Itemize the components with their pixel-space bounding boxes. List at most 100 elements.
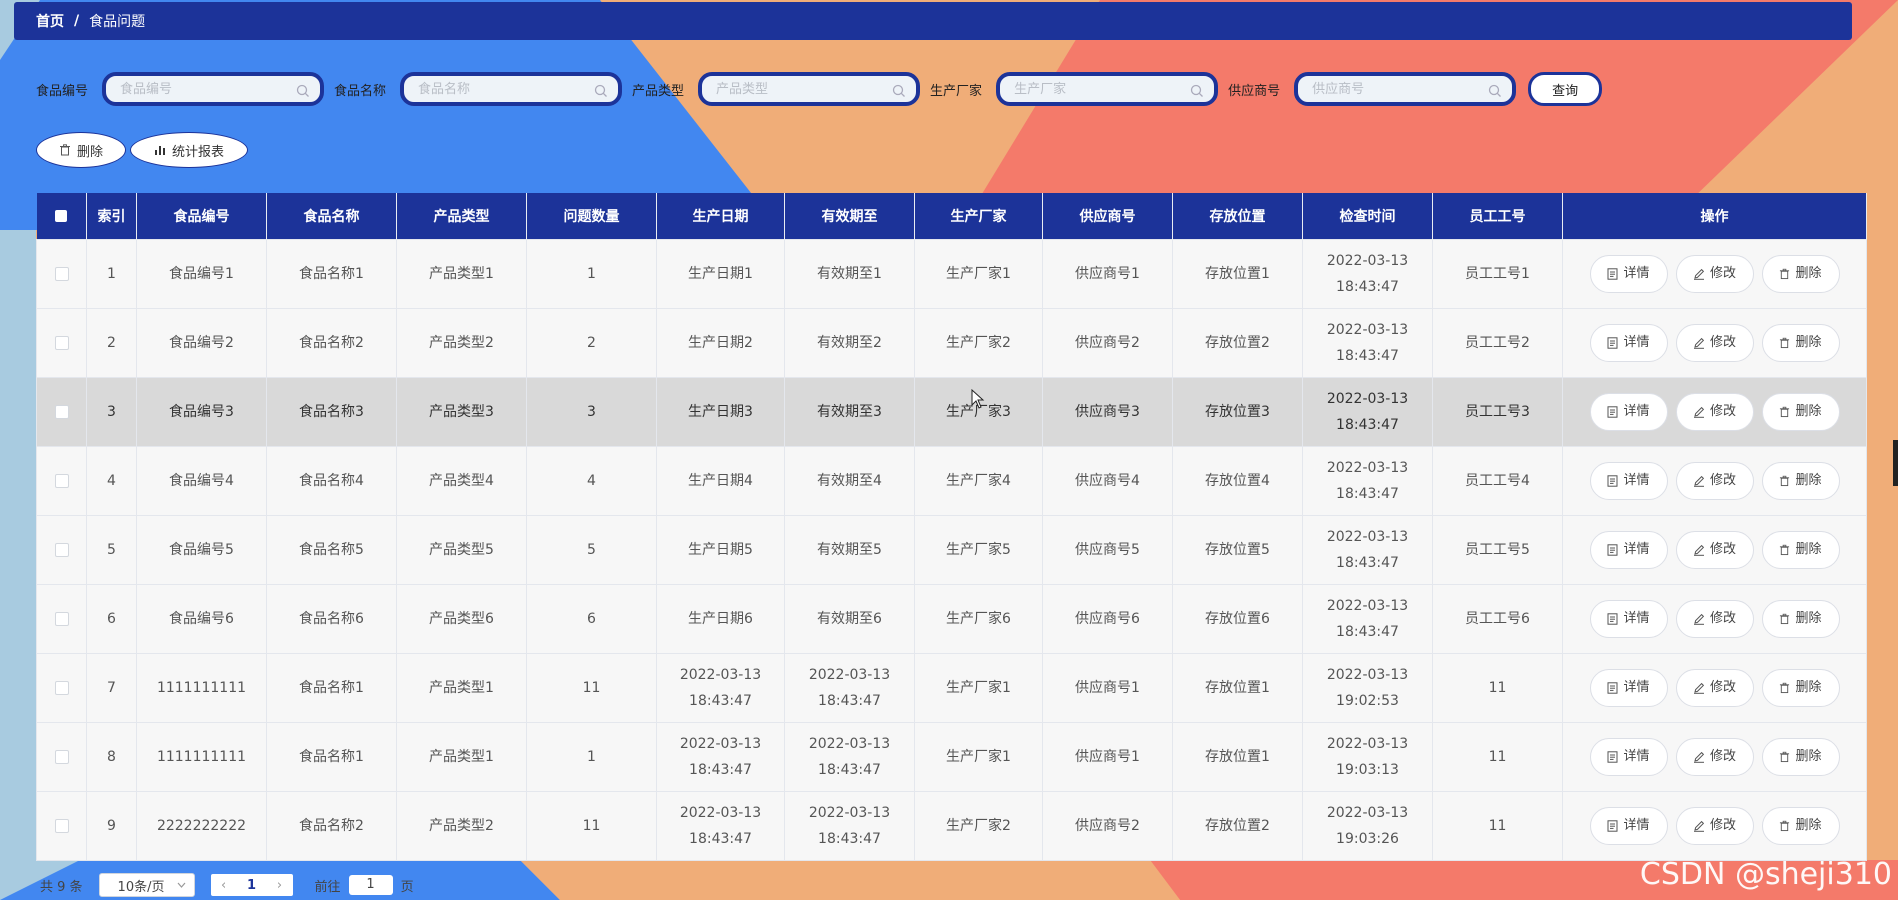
table-row[interactable]: 1 食品编号1 食品名称1 产品类型1 1 生产日期1 有效期至1 生产厂家1 供应商号1 存放位… [36, 239, 1867, 309]
search-field-supplier: 供应商号 [1228, 72, 1517, 106]
table-row[interactable]: 6 食品编号6 食品名称6 产品类型6 6 生产日期6 有效期至6 生产厂家6 供应商号6 存放位… [36, 584, 1867, 654]
edit-button[interactable]: 修改 [1675, 807, 1754, 845]
row-actions: 详情 修改 删除 [1562, 308, 1867, 378]
column-header: 检查时间 [1302, 193, 1433, 240]
row-select-cell[interactable] [36, 515, 87, 585]
row-checkbox[interactable] [54, 681, 69, 695]
search-input-box[interactable] [1294, 72, 1517, 106]
row-select-cell[interactable] [36, 377, 87, 447]
table-row[interactable]: 8 1111111111 食品名称1 产品类型1 1 2022-03-13 18:43:4… [36, 722, 1867, 792]
select-all-header[interactable] [36, 193, 87, 240]
row-select-cell[interactable] [36, 446, 87, 516]
search-input-box[interactable] [698, 72, 921, 106]
row-select-cell[interactable] [36, 239, 87, 309]
search-input-box[interactable] [102, 72, 325, 106]
edit-button[interactable]: 修改 [1675, 669, 1754, 707]
cell-maker: 生产厂家4 [914, 446, 1043, 516]
detail-button[interactable]: 详情 [1589, 807, 1668, 845]
cell-maker: 生产厂家3 [914, 377, 1043, 447]
delete-button[interactable]: 删除 [1761, 462, 1840, 500]
field-label: 产品类型 [632, 83, 685, 99]
food-name-input[interactable] [404, 80, 601, 98]
edit-button[interactable]: 修改 [1675, 255, 1754, 293]
delete-button[interactable]: 删除 [1761, 669, 1840, 707]
detail-button[interactable]: 详情 [1589, 669, 1668, 707]
column-header: 员工工号 [1432, 193, 1563, 240]
search-input-box[interactable] [400, 72, 623, 106]
edit-button[interactable]: 修改 [1675, 600, 1754, 638]
report-button[interactable]: 统计报表 [130, 132, 248, 168]
delete-button[interactable]: 删除 [1761, 393, 1840, 431]
table-row[interactable]: 4 食品编号4 食品名称4 产品类型4 4 生产日期4 有效期至4 生产厂家4 供应商号4 存放位… [36, 446, 1867, 516]
row-select-cell[interactable] [36, 653, 87, 723]
query-button[interactable]: 查询 [1528, 72, 1603, 106]
edit-button[interactable]: 修改 [1675, 324, 1754, 362]
cell-type: 产品类型3 [396, 377, 527, 447]
delete-button[interactable]: 删除 [1761, 255, 1840, 293]
detail-button[interactable]: 详情 [1589, 462, 1668, 500]
row-select-cell[interactable] [36, 791, 87, 861]
goto-page-input[interactable]: 1 [348, 875, 393, 895]
row-select-cell[interactable] [36, 308, 87, 378]
row-checkbox[interactable] [54, 474, 69, 488]
manufacturer-input[interactable] [1000, 80, 1197, 98]
detail-button[interactable]: 详情 [1589, 600, 1668, 638]
cell-check-time: 2022-03-13 18:43:47 [1302, 584, 1433, 654]
delete-button[interactable]: 删除 [1761, 807, 1840, 845]
cell-supplier: 供应商号1 [1042, 239, 1173, 309]
cell-maker: 生产厂家6 [914, 584, 1043, 654]
detail-button[interactable]: 详情 [1589, 324, 1668, 362]
delete-label: 删除 [1795, 749, 1822, 764]
cell-index: 4 [86, 446, 137, 516]
cell-prod-date: 生产日期4 [656, 446, 785, 516]
edit-button[interactable]: 修改 [1675, 738, 1754, 776]
detail-button[interactable]: 详情 [1589, 393, 1668, 431]
detail-button[interactable]: 详情 [1589, 738, 1668, 776]
row-actions: 详情 修改 删除 [1562, 584, 1867, 654]
batch-delete-label: 删除 [76, 144, 103, 160]
supplier-input[interactable] [1298, 80, 1495, 98]
cell-supplier: 供应商号1 [1042, 722, 1173, 792]
cell-staff-no: 11 [1432, 722, 1563, 792]
document-icon [1607, 544, 1618, 556]
next-page-icon[interactable]: › [277, 878, 282, 893]
row-checkbox[interactable] [54, 336, 69, 350]
row-checkbox[interactable] [54, 819, 69, 833]
delete-button[interactable]: 删除 [1761, 324, 1840, 362]
delete-button[interactable]: 删除 [1761, 531, 1840, 569]
table-row[interactable]: 9 2222222222 食品名称2 产品类型2 11 2022-03-13 18:43:… [36, 791, 1867, 861]
select-all-checkbox[interactable] [55, 210, 68, 222]
delete-button[interactable]: 删除 [1761, 600, 1840, 638]
trash-icon [1780, 475, 1790, 487]
row-checkbox[interactable] [54, 612, 69, 626]
table-row[interactable]: 5 食品编号5 食品名称5 产品类型5 5 生产日期5 有效期至5 生产厂家5 供应商号5 存放位… [36, 515, 1867, 585]
cell-valid-until: 有效期至1 [784, 239, 915, 309]
delete-button[interactable]: 删除 [1761, 738, 1840, 776]
table-row[interactable]: 3 食品编号3 食品名称3 产品类型3 3 生产日期3 有效期至3 生产厂家3 供应商号3 存放位… [36, 377, 1867, 447]
batch-delete-button[interactable]: 删除 [36, 132, 126, 168]
current-page[interactable]: 1 [247, 878, 256, 893]
cell-food-no: 1111111111 [136, 722, 267, 792]
search-input-box[interactable] [996, 72, 1219, 106]
table-row[interactable]: 7 1111111111 食品名称1 产品类型1 11 2022-03-13 18:43:… [36, 653, 1867, 723]
row-checkbox[interactable] [54, 750, 69, 764]
search-icon [296, 84, 309, 97]
row-select-cell[interactable] [36, 722, 87, 792]
food-no-input[interactable] [106, 80, 303, 98]
prev-page-icon[interactable]: ‹ [221, 878, 226, 893]
edit-button[interactable]: 修改 [1675, 531, 1754, 569]
edit-button[interactable]: 修改 [1675, 462, 1754, 500]
product-type-input[interactable] [702, 80, 899, 98]
row-checkbox[interactable] [54, 267, 69, 281]
row-checkbox[interactable] [54, 405, 69, 419]
breadcrumb-home[interactable]: 首页 [36, 11, 64, 31]
row-checkbox[interactable] [54, 543, 69, 557]
cell-type: 产品类型6 [396, 584, 527, 654]
row-select-cell[interactable] [36, 584, 87, 654]
detail-button[interactable]: 详情 [1589, 531, 1668, 569]
detail-button[interactable]: 详情 [1589, 255, 1668, 293]
cell-food-name: 食品名称1 [266, 239, 397, 309]
page-size-select[interactable]: 10条/页 [98, 873, 195, 897]
table-row[interactable]: 2 食品编号2 食品名称2 产品类型2 2 生产日期2 有效期至2 生产厂家2 供应商号2 存放位… [36, 308, 1867, 378]
edit-button[interactable]: 修改 [1675, 393, 1754, 431]
